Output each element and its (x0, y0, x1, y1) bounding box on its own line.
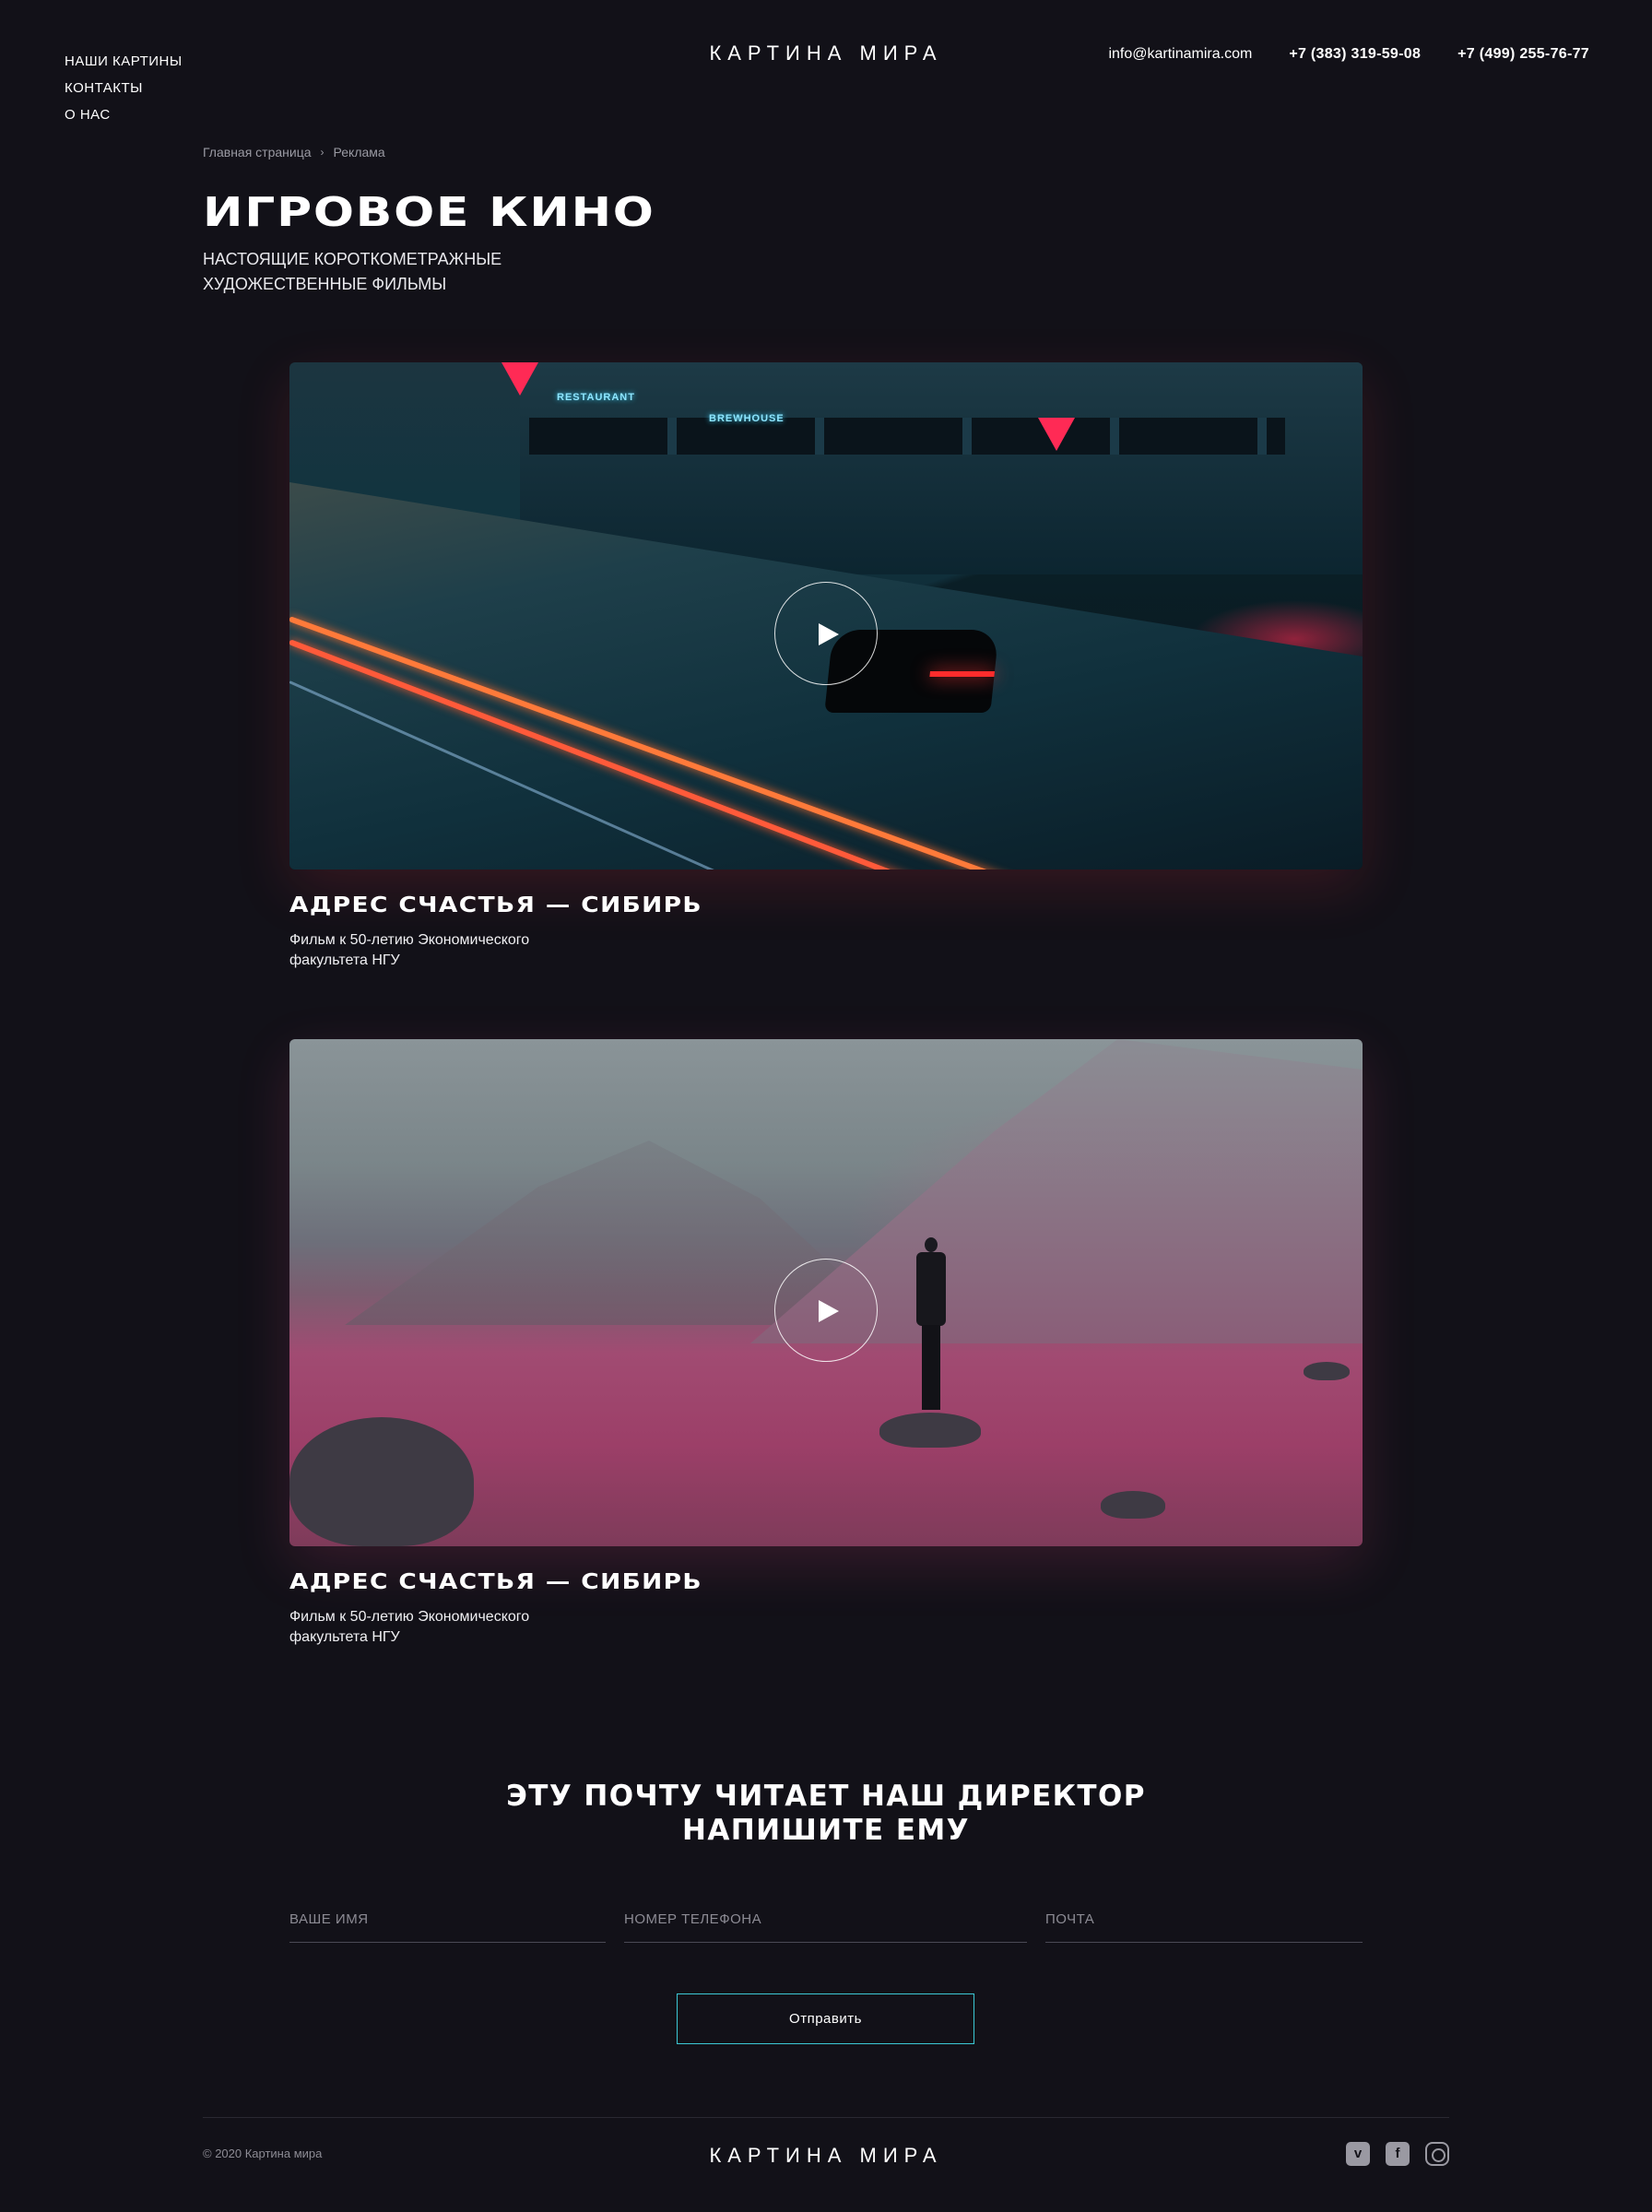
header-phone-2[interactable]: +7 (499) 255-76-77 (1457, 46, 1589, 63)
film-thumbnail-pink-mountains[interactable] (289, 1039, 1363, 1546)
film-title[interactable]: АДРЕС СЧАСТЬЯ — СИБИРЬ (289, 893, 1524, 917)
nav-item-about[interactable]: О НАС (65, 107, 183, 134)
contact-heading: ЭТУ ПОЧТУ ЧИТАЕТ НАШ ДИРЕКТОР НАПИШИТЕ Е… (0, 1780, 1652, 1848)
film-card: АДРЕС СЧАСТЬЯ — СИБИРЬ Фильм к 50-летию … (289, 1039, 1363, 1648)
facebook-icon[interactable]: f (1386, 2142, 1410, 2166)
footer-divider (203, 2117, 1449, 2118)
play-icon[interactable] (774, 1259, 878, 1362)
header-phone-1[interactable]: +7 (383) 319-59-08 (1289, 46, 1421, 63)
breadcrumb-home[interactable]: Главная страница (203, 145, 312, 160)
social-links: v f (1346, 2142, 1449, 2166)
person-body (916, 1252, 946, 1326)
page-title: ИГРОВОЕ КИНО (203, 189, 655, 236)
film-description: Фильм к 50-летию Экономического факульте… (289, 1609, 530, 1645)
main-nav: НАШИ КАРТИНЫ КОНТАКТЫ О НАС (65, 53, 183, 134)
rock (1101, 1491, 1165, 1519)
breadcrumb-separator-icon: › (320, 146, 324, 159)
page-subtitle: НАСТОЯЩИЕ КОРОТКОМЕТРАЖНЫЕ ХУДОЖЕСТВЕННЫ… (203, 250, 502, 293)
breadcrumb: Главная страница › Реклама (203, 145, 385, 160)
phone-input[interactable] (624, 1904, 1027, 1943)
nav-item-contacts[interactable]: КОНТАКТЫ (65, 80, 183, 107)
thumbnail-awnings (529, 418, 1285, 455)
film-thumbnail-night-city[interactable]: RESTAURANT BREWHOUSE (289, 362, 1363, 869)
instagram-icon[interactable] (1425, 2142, 1449, 2166)
contact-heading-line-2: НАПИШИТЕ ЕМУ (682, 1814, 970, 1847)
header-email-link[interactable]: info@kartinamira.com (1108, 46, 1252, 63)
play-icon[interactable] (774, 582, 878, 685)
foreground-rock (289, 1417, 474, 1546)
breadcrumb-current: Реклама (333, 145, 385, 160)
car-taillight (929, 671, 995, 677)
contact-heading-line-1: ЭТУ ПОЧТУ ЧИТАЕТ НАШ ДИРЕКТОР (506, 1780, 1146, 1813)
film-card: RESTAURANT BREWHOUSE АДРЕС СЧАСТЬЯ — СИБ… (289, 362, 1363, 971)
film-description: Фильм к 50-летию Экономического факульте… (289, 932, 530, 968)
person-silhouette (916, 1237, 946, 1413)
neon-sign-restaurant: RESTAURANT (557, 392, 635, 403)
submit-button[interactable]: Отправить (677, 1993, 974, 2044)
person-head (925, 1237, 938, 1252)
vimeo-icon[interactable]: v (1346, 2142, 1370, 2166)
name-input[interactable] (289, 1904, 606, 1943)
person-legs (922, 1325, 940, 1410)
neon-sign-brewhouse: BREWHOUSE (709, 413, 785, 424)
rock (879, 1413, 981, 1448)
header-contacts: info@kartinamira.com +7 (383) 319-59-08 … (1108, 46, 1589, 63)
film-title[interactable]: АДРЕС СЧАСТЬЯ — СИБИРЬ (289, 1570, 1524, 1594)
email-input[interactable] (1045, 1904, 1363, 1943)
rock (1304, 1362, 1350, 1380)
